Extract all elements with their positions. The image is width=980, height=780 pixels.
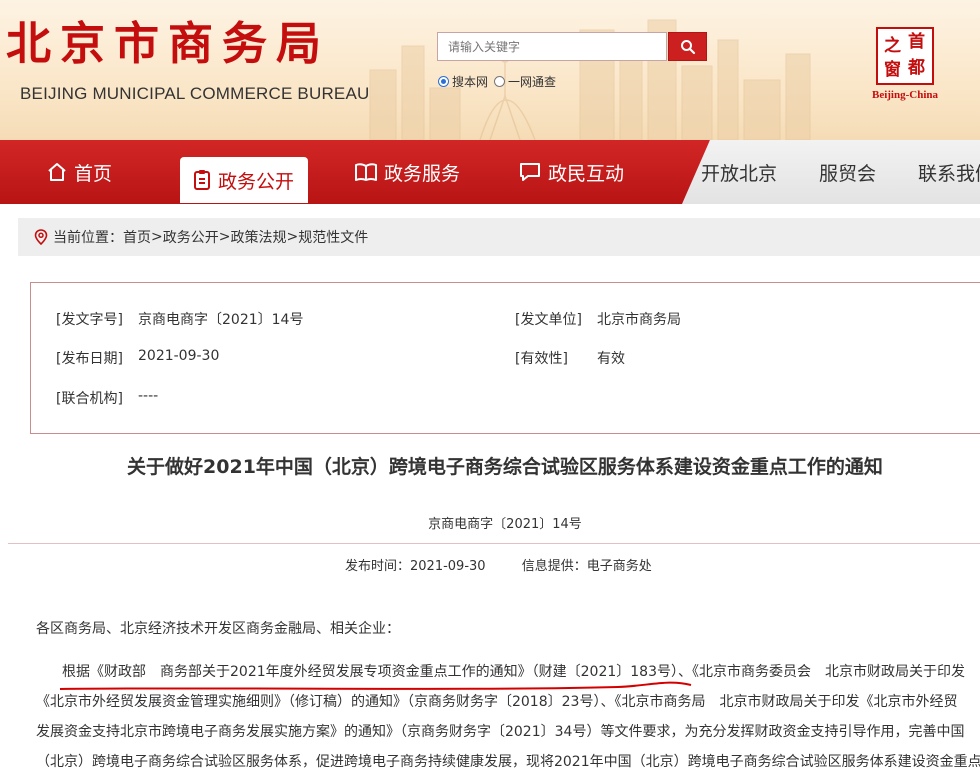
site-logo-chinese[interactable]: 北京市商务局 bbox=[6, 18, 330, 70]
article-body-line: 根据《财政部 商务部关于2021年度外经贸发展专项资金重点工作的通知》（财建〔2… bbox=[62, 664, 965, 680]
joint-agency-value: ---- bbox=[138, 388, 159, 404]
chat-bubble-icon bbox=[520, 163, 540, 181]
city-skyline-decoration bbox=[369, 19, 811, 140]
joint-agency-label: [联合机构] bbox=[56, 391, 123, 407]
home-icon bbox=[48, 163, 66, 181]
document-info-box: [发文字号] 京商电商字〔2021〕14号 [发文单位] 北京市商务局 [发布日… bbox=[30, 282, 980, 434]
nav-item-gov-services-label: 政务服务 bbox=[384, 162, 461, 185]
breadcrumb: 当前位置： 首页 > 政务公开 > 政策法规 > 规范性文件 bbox=[18, 218, 980, 256]
nav-item-gov-services[interactable]: 政务服务 bbox=[354, 140, 460, 204]
article-salutation: 各区商务局、北京经济技术开发区商务金融局、相关企业： bbox=[36, 621, 400, 637]
location-pin-icon bbox=[34, 229, 48, 245]
breadcrumb-separator: > bbox=[151, 229, 163, 245]
breadcrumb-separator: > bbox=[218, 229, 231, 245]
article-body-line: （北京）跨境电子商务综合试验区服务体系，促进跨境电子商务持续健康发展，现将202… bbox=[36, 754, 980, 770]
publish-time-label: 发布时间： bbox=[345, 559, 411, 574]
seal-char-2: 首 bbox=[908, 32, 925, 52]
seal-char-3: 窗 bbox=[884, 60, 901, 80]
breadcrumb-home[interactable]: 首页 bbox=[123, 227, 151, 247]
breadcrumb-policies[interactable]: 政策法规 bbox=[230, 227, 286, 247]
radio-search-all[interactable] bbox=[494, 76, 506, 87]
info-source: 信息提供：电子商务处 bbox=[522, 559, 652, 574]
site-logo-english[interactable]: BEIJING MUNICIPAL COMMERCE BUREAU bbox=[20, 84, 369, 104]
nav-item-home[interactable]: 首页 bbox=[46, 140, 112, 204]
nav-item-gov-affairs-public-label: 政务公开 bbox=[218, 170, 295, 193]
nav-item-ciftis[interactable]: 服贸会 bbox=[819, 140, 876, 204]
nav-item-contact-label: 联系我们 bbox=[918, 162, 980, 185]
nav-item-interaction-label: 政民互动 bbox=[548, 162, 625, 185]
info-source-label: 信息提供： bbox=[521, 559, 587, 574]
capital-window-seal: 之 首 窗 都 bbox=[876, 27, 934, 85]
article-body-line: 发展资金支持北京市跨境电子商务发展实施方案》的通知》（京商务财务字〔2021〕3… bbox=[36, 724, 965, 740]
doc-number-label: [发文字号] bbox=[56, 312, 123, 328]
radio-search-all-label[interactable]: 一网通查 bbox=[508, 73, 556, 90]
doc-number-value: 京商电商字〔2021〕14号 bbox=[138, 312, 304, 328]
breadcrumb-separator: > bbox=[286, 229, 299, 245]
info-source-value: 电子商务处 bbox=[586, 559, 652, 574]
article-doc-number: 京商电商字〔2021〕14号 bbox=[428, 517, 582, 532]
publish-time: 发布时间：2021-09-30 bbox=[345, 559, 486, 574]
article-body-line: 《北京市外经贸发展资金管理实施细则》（修订稿）的通知》（京商务财务字〔2018〕… bbox=[36, 694, 958, 710]
publish-date-label: [发布日期] bbox=[56, 351, 123, 367]
radio-search-site[interactable] bbox=[438, 76, 449, 87]
breadcrumb-label: 当前位置： bbox=[53, 230, 123, 246]
nav-item-home-label: 首页 bbox=[74, 162, 113, 185]
validity-label: [有效性] bbox=[515, 351, 568, 367]
nav-item-open-beijing-label: 开放北京 bbox=[701, 162, 778, 185]
seal-char-4: 都 bbox=[908, 58, 925, 78]
nav-item-gov-affairs-public[interactable]: 政务公开 bbox=[180, 157, 309, 203]
nav-item-interaction[interactable]: 政民互动 bbox=[518, 140, 624, 204]
seal-char-1: 之 bbox=[884, 36, 901, 56]
nav-item-contact[interactable]: 联系我们 bbox=[918, 140, 980, 204]
open-book-icon bbox=[355, 163, 377, 181]
publish-time-value: 2021-09-30 bbox=[410, 559, 486, 574]
site-header: 北京市商务局 BEIJING MUNICIPAL COMMERCE BUREAU… bbox=[0, 0, 980, 140]
search-button[interactable] bbox=[668, 32, 707, 61]
main-navigation: 首页 政务公开 政务服务 政民互动 开放北京 服贸会 联系我们 bbox=[0, 140, 980, 204]
document-icon bbox=[194, 170, 210, 190]
validity-value: 有效 bbox=[597, 351, 625, 367]
capital-window-logo[interactable]: 之 首 窗 都 Beijing-China bbox=[870, 27, 940, 107]
breadcrumb-normative-docs[interactable]: 规范性文件 bbox=[298, 227, 368, 247]
radio-search-site-label[interactable]: 搜本网 bbox=[452, 73, 488, 90]
article-divider bbox=[8, 543, 980, 544]
nav-item-open-beijing[interactable]: 开放北京 bbox=[701, 140, 777, 204]
publish-date-value: 2021-09-30 bbox=[138, 348, 220, 364]
issuer-label: [发文单位] bbox=[515, 312, 582, 328]
capital-window-name: Beijing-China bbox=[871, 89, 938, 101]
article-title: 关于做好2021年中国（北京）跨境电子商务综合试验区服务体系建设资金重点工作的通… bbox=[127, 456, 883, 478]
search-icon bbox=[680, 39, 695, 54]
article-meta: 发布时间：2021-09-30 信息提供：电子商务处 bbox=[345, 555, 684, 574]
search-scope-options: 搜本网 一网通查 bbox=[438, 73, 562, 90]
issuer-value: 北京市商务局 bbox=[597, 312, 681, 328]
nav-item-ciftis-label: 服贸会 bbox=[819, 162, 877, 185]
breadcrumb-gov-affairs-public[interactable]: 政务公开 bbox=[163, 227, 219, 247]
search-input[interactable] bbox=[437, 32, 667, 61]
